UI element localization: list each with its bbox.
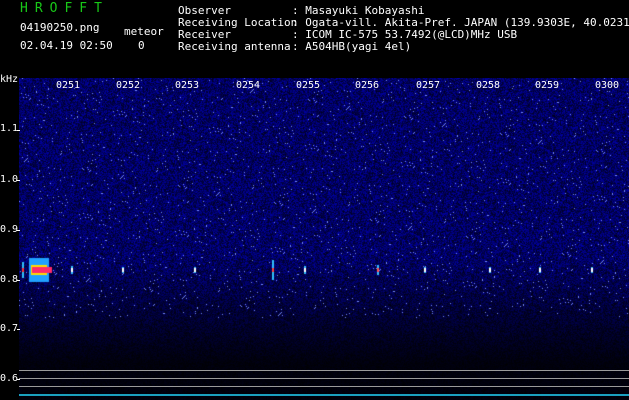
meteor-label: meteor xyxy=(124,25,164,38)
antenna-value: : A504HB(yagi 4el) xyxy=(292,40,412,53)
baseline-strip xyxy=(19,394,629,396)
file-name: 04190250.png xyxy=(20,21,100,34)
time-label: 0300 xyxy=(595,80,620,91)
time-label: 0255 xyxy=(296,80,321,91)
y-tick xyxy=(17,180,20,181)
time-label: 0252 xyxy=(116,80,141,91)
y-tick-label: 1.0 xyxy=(0,174,19,185)
file-datetime: 02.04.19 02:50 xyxy=(20,39,113,52)
antenna-key: Receiving antenna xyxy=(178,40,291,53)
spectrogram xyxy=(19,78,629,400)
y-tick-label: 0.9 xyxy=(0,224,19,235)
time-label: 0257 xyxy=(416,80,441,91)
y-tick xyxy=(17,230,20,231)
time-label: 0251 xyxy=(56,80,81,91)
y-tick xyxy=(17,379,20,380)
app-title: HROFFT xyxy=(20,1,109,16)
reference-line xyxy=(19,370,629,371)
header-panel: HROFFT 04190250.png 02.04.19 02:50 meteo… xyxy=(0,0,629,78)
time-label: 0258 xyxy=(476,80,501,91)
y-tick xyxy=(17,329,20,330)
y-tick-label: 1.1 xyxy=(0,123,19,134)
time-label: 0256 xyxy=(355,80,380,91)
meteor-count: 0 xyxy=(138,39,145,52)
reference-line xyxy=(19,378,629,379)
y-tick-label: 0.8 xyxy=(0,274,19,285)
y-tick-label: 0.7 xyxy=(0,323,19,334)
y-tick xyxy=(17,280,20,281)
time-label: 0254 xyxy=(236,80,261,91)
y-tick-label: 0.6 xyxy=(0,373,19,384)
y-axis-unit: kHz xyxy=(0,74,19,85)
time-label: 0259 xyxy=(535,80,560,91)
reference-line xyxy=(19,386,629,387)
y-tick xyxy=(17,130,20,131)
time-label: 0253 xyxy=(175,80,200,91)
